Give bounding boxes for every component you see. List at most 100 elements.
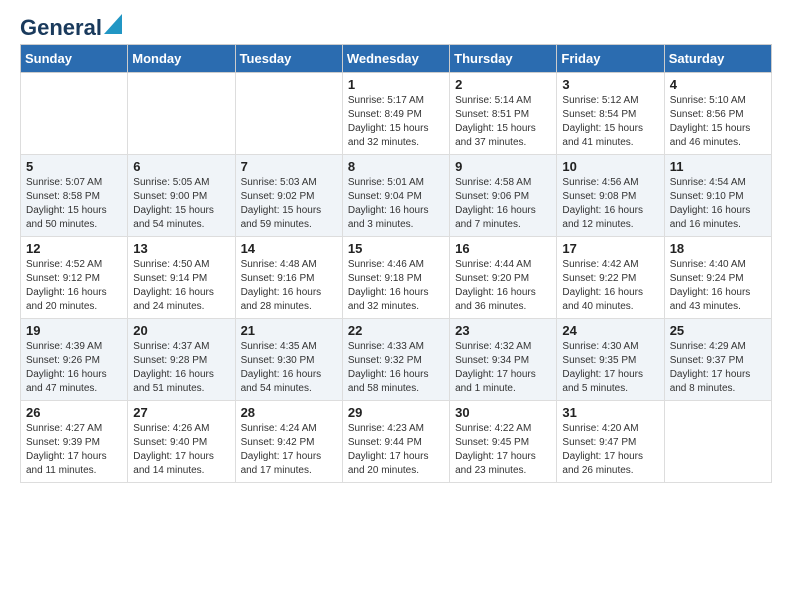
weekday-header-sunday: Sunday	[21, 45, 128, 73]
calendar-cell: 7 Sunrise: 5:03 AM Sunset: 9:02 PM Daylig…	[235, 155, 342, 237]
day-number: 13	[133, 241, 229, 256]
day-number: 18	[670, 241, 766, 256]
day-number: 21	[241, 323, 337, 338]
day-number: 6	[133, 159, 229, 174]
calendar-cell	[21, 73, 128, 155]
cell-info: Sunrise: 4:23 AM Sunset: 9:44 PM Dayligh…	[348, 422, 444, 478]
calendar-cell: 21 Sunrise: 4:35 AM Sunset: 9:30 PM Dayli…	[235, 319, 342, 401]
header: General	[0, 0, 792, 44]
day-number: 16	[455, 241, 551, 256]
day-number: 22	[348, 323, 444, 338]
calendar-cell: 16 Sunrise: 4:44 AM Sunset: 9:20 PM Dayli…	[450, 237, 557, 319]
day-number: 3	[562, 77, 658, 92]
weekday-header-row: SundayMondayTuesdayWednesdayThursdayFrid…	[21, 45, 772, 73]
week-row-3: 12 Sunrise: 4:52 AM Sunset: 9:12 PM Dayli…	[21, 237, 772, 319]
calendar-cell: 27 Sunrise: 4:26 AM Sunset: 9:40 PM Dayli…	[128, 401, 235, 483]
day-number: 14	[241, 241, 337, 256]
day-number: 12	[26, 241, 122, 256]
cell-info: Sunrise: 4:58 AM Sunset: 9:06 PM Dayligh…	[455, 176, 551, 232]
weekday-header-tuesday: Tuesday	[235, 45, 342, 73]
cell-info: Sunrise: 4:50 AM Sunset: 9:14 PM Dayligh…	[133, 258, 229, 314]
week-row-4: 19 Sunrise: 4:39 AM Sunset: 9:26 PM Dayli…	[21, 319, 772, 401]
calendar-cell: 20Sunrise: 4:37 AM Sunset: 9:28 PM Dayli…	[128, 319, 235, 401]
calendar-cell	[128, 73, 235, 155]
cell-info: Sunrise: 4:22 AM Sunset: 9:45 PM Dayligh…	[455, 422, 551, 478]
cell-info: Sunrise: 4:26 AM Sunset: 9:40 PM Dayligh…	[133, 422, 229, 478]
day-number: 19	[26, 323, 122, 338]
cell-info: Sunrise: 5:01 AM Sunset: 9:04 PM Dayligh…	[348, 176, 444, 232]
day-number: 5	[26, 159, 122, 174]
cell-info: Sunrise: 4:54 AM Sunset: 9:10 PM Dayligh…	[670, 176, 766, 232]
cell-info: Sunrise: 4:46 AM Sunset: 9:18 PM Dayligh…	[348, 258, 444, 314]
weekday-header-thursday: Thursday	[450, 45, 557, 73]
day-number: 4	[670, 77, 766, 92]
calendar-cell: 13 Sunrise: 4:50 AM Sunset: 9:14 PM Dayli…	[128, 237, 235, 319]
calendar-table: SundayMondayTuesdayWednesdayThursdayFrid…	[20, 44, 772, 483]
cell-info: Sunrise: 4:24 AM Sunset: 9:42 PM Dayligh…	[241, 422, 337, 478]
weekday-header-saturday: Saturday	[664, 45, 771, 73]
cell-info: Sunrise: 4:32 AM Sunset: 9:34 PM Dayligh…	[455, 340, 551, 396]
cell-info: Sunrise: 5:14 AM Sunset: 8:51 PM Dayligh…	[455, 94, 551, 150]
cell-info: Sunrise: 4:33 AM Sunset: 9:32 PM Dayligh…	[348, 340, 444, 396]
week-row-5: 26Sunrise: 4:27 AM Sunset: 9:39 PM Dayli…	[21, 401, 772, 483]
day-number: 15	[348, 241, 444, 256]
weekday-header-monday: Monday	[128, 45, 235, 73]
calendar-cell: 8Sunrise: 5:01 AM Sunset: 9:04 PM Daylig…	[342, 155, 449, 237]
calendar-cell: 30 Sunrise: 4:22 AM Sunset: 9:45 PM Dayli…	[450, 401, 557, 483]
day-number: 24	[562, 323, 658, 338]
logo-text: General	[20, 16, 102, 40]
calendar-cell: 15 Sunrise: 4:46 AM Sunset: 9:18 PM Dayli…	[342, 237, 449, 319]
cell-info: Sunrise: 4:35 AM Sunset: 9:30 PM Dayligh…	[241, 340, 337, 396]
logo: General	[20, 16, 122, 36]
cell-info: Sunrise: 4:40 AM Sunset: 9:24 PM Dayligh…	[670, 258, 766, 314]
cell-info: Sunrise: 5:07 AM Sunset: 8:58 PM Dayligh…	[26, 176, 122, 232]
day-number: 23	[455, 323, 551, 338]
cell-info: Sunrise: 4:52 AM Sunset: 9:12 PM Dayligh…	[26, 258, 122, 314]
day-number: 1	[348, 77, 444, 92]
day-number: 10	[562, 159, 658, 174]
cell-info: Sunrise: 5:03 AM Sunset: 9:02 PM Dayligh…	[241, 176, 337, 232]
cell-info: Sunrise: 4:27 AM Sunset: 9:39 PM Dayligh…	[26, 422, 122, 478]
calendar-cell: 5 Sunrise: 5:07 AM Sunset: 8:58 PM Daylig…	[21, 155, 128, 237]
cell-info: Sunrise: 4:42 AM Sunset: 9:22 PM Dayligh…	[562, 258, 658, 314]
calendar-cell: 2Sunrise: 5:14 AM Sunset: 8:51 PM Daylig…	[450, 73, 557, 155]
calendar-cell: 19 Sunrise: 4:39 AM Sunset: 9:26 PM Dayli…	[21, 319, 128, 401]
calendar-cell: 29 Sunrise: 4:23 AM Sunset: 9:44 PM Dayli…	[342, 401, 449, 483]
week-row-1: 1 Sunrise: 5:17 AM Sunset: 8:49 PM Daylig…	[21, 73, 772, 155]
calendar-cell: 12 Sunrise: 4:52 AM Sunset: 9:12 PM Dayli…	[21, 237, 128, 319]
calendar-cell: 31 Sunrise: 4:20 AM Sunset: 9:47 PM Dayli…	[557, 401, 664, 483]
calendar-cell: 3Sunrise: 5:12 AM Sunset: 8:54 PM Daylig…	[557, 73, 664, 155]
calendar-cell: 26Sunrise: 4:27 AM Sunset: 9:39 PM Dayli…	[21, 401, 128, 483]
cell-info: Sunrise: 4:48 AM Sunset: 9:16 PM Dayligh…	[241, 258, 337, 314]
calendar-cell: 22 Sunrise: 4:33 AM Sunset: 9:32 PM Dayli…	[342, 319, 449, 401]
cell-info: Sunrise: 5:10 AM Sunset: 8:56 PM Dayligh…	[670, 94, 766, 150]
calendar-cell: 18 Sunrise: 4:40 AM Sunset: 9:24 PM Dayli…	[664, 237, 771, 319]
calendar-cell: 25Sunrise: 4:29 AM Sunset: 9:37 PM Dayli…	[664, 319, 771, 401]
day-number: 17	[562, 241, 658, 256]
cell-info: Sunrise: 5:17 AM Sunset: 8:49 PM Dayligh…	[348, 94, 444, 150]
cell-info: Sunrise: 5:05 AM Sunset: 9:00 PM Dayligh…	[133, 176, 229, 232]
calendar-cell: 28Sunrise: 4:24 AM Sunset: 9:42 PM Dayli…	[235, 401, 342, 483]
calendar-cell: 4 Sunrise: 5:10 AM Sunset: 8:56 PM Daylig…	[664, 73, 771, 155]
day-number: 11	[670, 159, 766, 174]
calendar-wrap: SundayMondayTuesdayWednesdayThursdayFrid…	[0, 44, 792, 493]
day-number: 9	[455, 159, 551, 174]
day-number: 7	[241, 159, 337, 174]
calendar-cell: 11 Sunrise: 4:54 AM Sunset: 9:10 PM Dayli…	[664, 155, 771, 237]
calendar-cell: 14 Sunrise: 4:48 AM Sunset: 9:16 PM Dayli…	[235, 237, 342, 319]
week-row-2: 5 Sunrise: 5:07 AM Sunset: 8:58 PM Daylig…	[21, 155, 772, 237]
calendar-cell: 23 Sunrise: 4:32 AM Sunset: 9:34 PM Dayli…	[450, 319, 557, 401]
cell-info: Sunrise: 4:37 AM Sunset: 9:28 PM Dayligh…	[133, 340, 229, 396]
calendar-cell: 24 Sunrise: 4:30 AM Sunset: 9:35 PM Dayli…	[557, 319, 664, 401]
cell-info: Sunrise: 4:39 AM Sunset: 9:26 PM Dayligh…	[26, 340, 122, 396]
cell-info: Sunrise: 4:44 AM Sunset: 9:20 PM Dayligh…	[455, 258, 551, 314]
day-number: 31	[562, 405, 658, 420]
cell-info: Sunrise: 4:20 AM Sunset: 9:47 PM Dayligh…	[562, 422, 658, 478]
calendar-cell: 1 Sunrise: 5:17 AM Sunset: 8:49 PM Daylig…	[342, 73, 449, 155]
day-number: 30	[455, 405, 551, 420]
day-number: 27	[133, 405, 229, 420]
cell-info: Sunrise: 4:30 AM Sunset: 9:35 PM Dayligh…	[562, 340, 658, 396]
day-number: 29	[348, 405, 444, 420]
day-number: 25	[670, 323, 766, 338]
logo-arrow-icon	[104, 14, 122, 39]
